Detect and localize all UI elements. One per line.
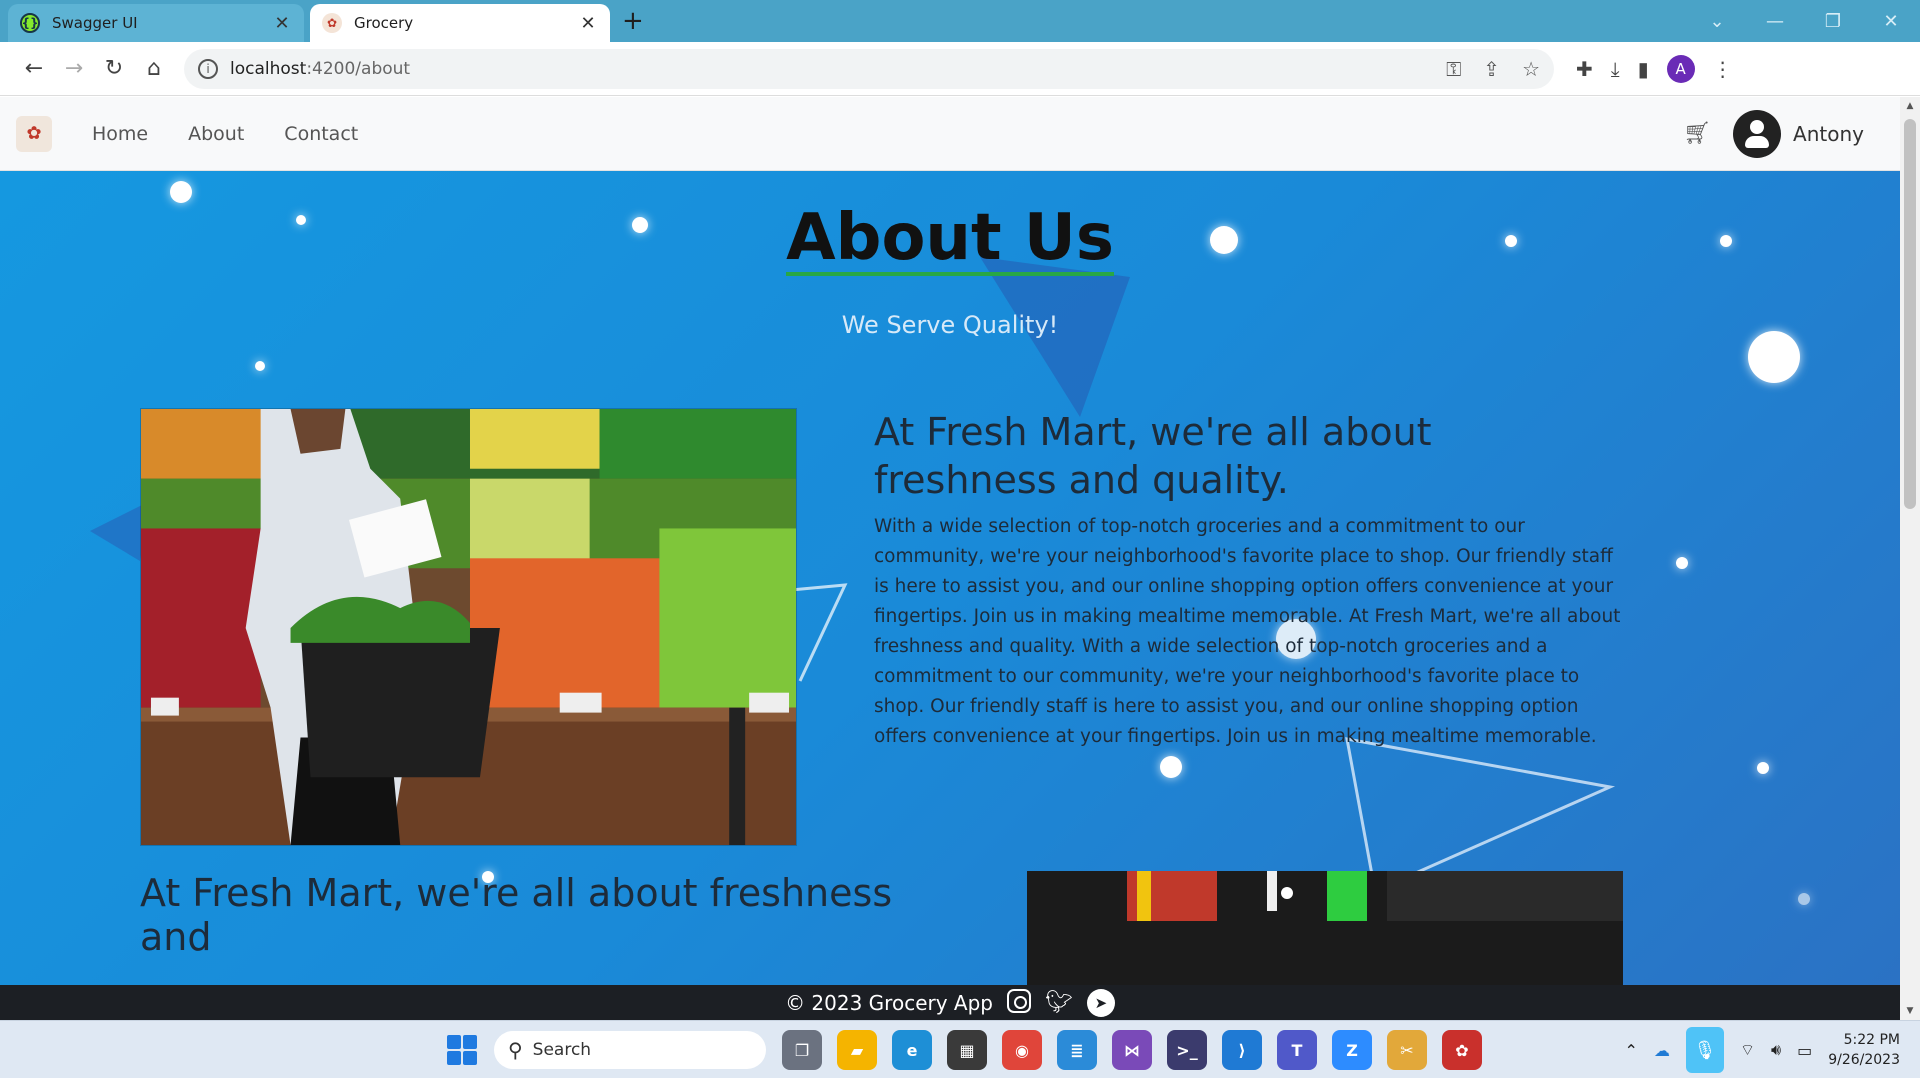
page-viewport: ✿ Home About Contact 🛒︎ Antony About Us … [0,97,1900,985]
download-icon[interactable]: ⤓ [1611,57,1620,81]
bookmark-star-icon[interactable]: ☆ [1522,57,1540,81]
twitter-icon[interactable]: 🐦︎ [1045,989,1073,1017]
search-icon: ⚲ [508,1038,523,1062]
site-navbar: ✿ Home About Contact 🛒︎ Antony [0,97,1900,171]
particle-dot [1160,756,1182,778]
tab-grocery[interactable]: ✿ Grocery ✕ [310,4,610,42]
scroll-down-icon[interactable]: ▼ [1900,1006,1920,1016]
page-title: About Us [786,201,1114,277]
taskbar-clock[interactable]: 5:22 PM 9/26/2023 [1828,1030,1900,1070]
cart-icon[interactable]: 🛒︎ [1683,121,1711,146]
decorative-triangle [980,257,1130,417]
system-tray: ⌃ ☁ 🎙︎ ⌔ 🔊︎ ▭ 5:22 PM 9/26/2023 [1625,1021,1900,1079]
wifi-icon[interactable]: ⌔ [1740,1040,1755,1060]
social-links: 🐦︎ ➤ [1006,988,1115,1017]
search-placeholder: Search [532,1040,592,1060]
particle-dot [170,181,192,203]
footer-copyright: © 2023 Grocery App [785,990,993,1015]
nav-link-contact[interactable]: Contact [284,123,358,145]
new-tab-icon[interactable]: + [622,6,644,36]
telegram-icon[interactable]: ➤ [1086,988,1115,1017]
nav-link-about[interactable]: About [188,123,244,145]
url-path: :4200/about [306,58,411,79]
brand-logo-icon[interactable]: ✿ [16,115,52,152]
chevron-up-icon[interactable]: ⌃ [1625,1041,1638,1060]
section-heading: At Fresh Mart, we're all about freshness… [874,410,1432,502]
clock-time: 5:22 PM [1843,1032,1900,1048]
tab-title: Swagger UI [52,14,138,32]
vscode-icon[interactable]: ⟩ [1222,1030,1262,1070]
section-heading: At Fresh Mart, we're all about freshness… [140,871,893,959]
section-body: With a wide selection of top-notch groce… [874,516,1621,747]
particle-dot [1757,762,1769,774]
terminal-icon[interactable]: >_ [1167,1030,1207,1070]
instagram-icon[interactable] [1006,988,1031,1013]
onedrive-icon[interactable]: ☁ [1654,1041,1670,1060]
particle-dot [255,361,265,371]
volume-icon[interactable]: 🔊︎ [1771,1040,1781,1060]
page-subtitle: We Serve Quality! [841,311,1059,339]
store-icon[interactable]: ▦ [947,1030,987,1070]
task-view-icon[interactable]: ❐ [782,1030,822,1070]
browser-toolbar: ← → ↻ ⌂ i localhost:4200/about ⚿ ⇪ ☆ ✚ ⤓… [0,42,1920,96]
grocery-app-icon[interactable]: ✿ [1442,1030,1482,1070]
tab-title: Grocery [354,14,414,32]
teams-icon[interactable]: T [1277,1030,1317,1070]
address-input[interactable]: i localhost:4200/about ⚿ ⇪ ☆ [184,48,1554,89]
page-scrollbar[interactable]: ▲ ▼ [1900,97,1920,1020]
site-footer: © 2023 Grocery App 🐦︎ ➤ [0,985,1900,1020]
grocery-favicon-icon: ✿ [322,13,342,33]
window-controls: ⌄ — ❐ ✕ [1688,0,1920,42]
share-icon[interactable]: ⇪ [1483,57,1500,81]
minimize-icon[interactable]: — [1746,11,1804,32]
edge-icon[interactable]: e [892,1030,932,1070]
clock-date: 9/26/2023 [1828,1052,1900,1068]
site-info-icon[interactable]: i [198,58,218,79]
store-interior-photo [1027,871,1623,985]
reload-icon[interactable]: ↻ [94,56,134,81]
forward-icon[interactable]: → [54,56,94,81]
about-section-2: At Fresh Mart, we're all about freshness… [140,871,960,959]
close-window-icon[interactable]: ✕ [1862,11,1920,32]
key-icon[interactable]: ⚿ [1446,57,1461,81]
profile-avatar[interactable]: A [1666,54,1695,83]
side-panel-icon[interactable]: ▮ [1638,57,1649,81]
scrollbar-thumb[interactable] [1904,119,1916,509]
particle-dot [1798,893,1810,905]
menu-icon[interactable]: ⋮ [1713,57,1733,81]
close-icon[interactable]: ✕ [578,13,598,34]
grocery-shopper-photo [140,408,797,846]
particle-dot [1676,557,1688,569]
tab-search-icon[interactable]: ⌄ [1688,11,1746,32]
taskbar-search-input[interactable]: ⚲ Search [494,1031,766,1069]
visual-studio-icon[interactable]: ⋈ [1112,1030,1152,1070]
about-section-1: At Fresh Mart, we're all about freshness… [874,409,1624,752]
close-icon[interactable]: ✕ [272,13,292,34]
snip-tool-icon[interactable]: ✂ [1387,1030,1427,1070]
home-icon[interactable]: ⌂ [134,56,174,81]
windows-taskbar: ⚲ Search ❐ ▰ e ▦ ◉ ≣ ⋈ >_ ⟩ T Z ✂ ✿ ⌃ ☁ … [0,1020,1920,1078]
scroll-up-icon[interactable]: ▲ [1900,101,1920,111]
user-avatar-icon[interactable] [1733,109,1782,158]
url-host: localhost [230,58,307,79]
browser-tabbar: {} Swagger UI ✕ ✿ Grocery ✕ + ⌄ — ❐ ✕ [0,0,1920,42]
taskbar-apps: ❐ ▰ e ▦ ◉ ≣ ⋈ >_ ⟩ T Z ✂ ✿ [782,1030,1482,1070]
about-hero: About Us We Serve Quality! At Fresh Mart… [0,171,1900,985]
file-explorer-icon[interactable]: ▰ [837,1030,877,1070]
back-icon[interactable]: ← [14,56,54,81]
battery-icon[interactable]: ▭ [1797,1041,1812,1060]
notepad-icon[interactable]: ≣ [1057,1030,1097,1070]
windows-start-icon[interactable] [447,1035,477,1065]
tab-swagger[interactable]: {} Swagger UI ✕ [8,4,304,42]
nav-link-home[interactable]: Home [92,123,148,145]
swagger-favicon-icon: {} [20,13,40,33]
extensions-icon[interactable]: ✚ [1576,57,1593,81]
chrome-icon[interactable]: ◉ [1002,1030,1042,1070]
microphone-icon[interactable]: 🎙︎ [1685,1027,1724,1073]
restore-icon[interactable]: ❐ [1804,11,1862,32]
zoom-icon[interactable]: Z [1332,1030,1372,1070]
user-name[interactable]: Antony [1793,122,1864,146]
